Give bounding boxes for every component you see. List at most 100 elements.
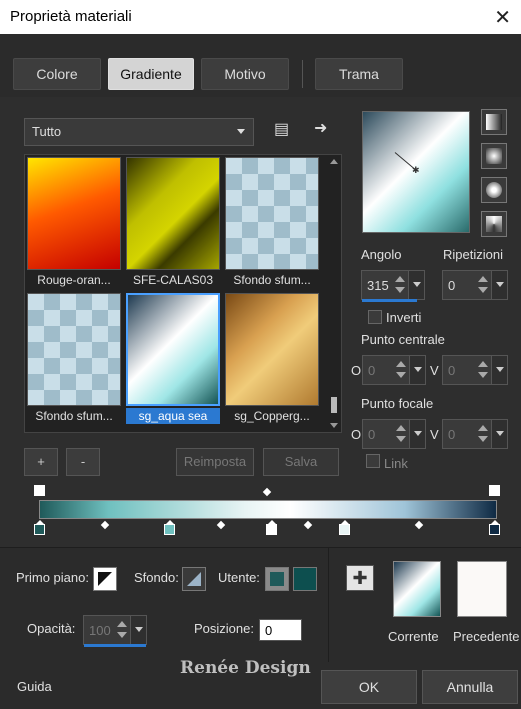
- open-folder-icon[interactable]: ▤: [274, 119, 289, 139]
- add-gradient-button[interactable]: +: [24, 448, 58, 476]
- gradient-swatch: [126, 157, 220, 270]
- color-stop[interactable]: [339, 520, 350, 535]
- ok-button[interactable]: OK: [321, 670, 417, 704]
- color-stop[interactable]: [34, 520, 45, 535]
- save-button[interactable]: Salva: [263, 448, 339, 476]
- foreground-label: Primo piano:: [16, 570, 89, 585]
- center-v-dropdown[interactable]: [491, 356, 507, 384]
- stepper-icon[interactable]: [394, 274, 406, 296]
- focal-v-spinner[interactable]: 0: [442, 419, 508, 449]
- gradient-panel: Tutto ▤ ➜ Rouge-oran... SFE-CALAS03 Sfon…: [0, 97, 521, 547]
- angle-dropdown[interactable]: [408, 271, 424, 299]
- watermark: Renée Design: [180, 658, 311, 678]
- background-swatch[interactable]: [182, 567, 206, 591]
- gradient-swatch: [126, 293, 220, 406]
- focus-underline: [362, 299, 417, 302]
- gallery-item[interactable]: Sfondo sfum...: [225, 157, 319, 287]
- tab-texture[interactable]: Trama: [315, 58, 403, 90]
- stepper-icon[interactable]: [395, 423, 407, 445]
- center-o-spinner[interactable]: 0: [362, 355, 426, 385]
- close-icon[interactable]: ✕: [494, 5, 511, 30]
- radial-style-button[interactable]: [481, 211, 507, 237]
- remove-gradient-button[interactable]: -: [66, 448, 100, 476]
- foreground-swatch[interactable]: [93, 567, 117, 591]
- focal-v-dropdown[interactable]: [491, 420, 507, 448]
- repeats-spinner[interactable]: 0: [442, 270, 508, 300]
- opacity-spinner[interactable]: 100: [83, 615, 147, 647]
- add-stop-button[interactable]: ✚: [346, 565, 374, 591]
- scroll-up-icon[interactable]: [330, 159, 338, 164]
- gallery-item[interactable]: Rouge-oran...: [27, 157, 121, 287]
- category-dropdown[interactable]: Tutto: [24, 118, 254, 146]
- cancel-button[interactable]: Annulla: [422, 670, 518, 704]
- user-color-picker[interactable]: [293, 567, 317, 591]
- title-bar: Proprietà materiali ✕: [0, 0, 521, 34]
- angle-spinner[interactable]: 315: [361, 270, 425, 302]
- link-checkbox[interactable]: [366, 454, 380, 468]
- stepper-icon[interactable]: [116, 619, 128, 641]
- opacity-stop-left[interactable]: [34, 482, 45, 496]
- stepper-icon[interactable]: [477, 423, 489, 445]
- focal-v-label: V: [430, 427, 439, 442]
- scroll-thumb[interactable]: [331, 397, 337, 413]
- center-o-label: O: [351, 363, 362, 378]
- tab-divider: [302, 60, 303, 88]
- rect-style-button[interactable]: [481, 143, 507, 169]
- focal-o-dropdown[interactable]: [409, 420, 425, 448]
- color-stop[interactable]: [266, 520, 277, 535]
- position-input[interactable]: 0: [259, 619, 302, 641]
- repeats-dropdown[interactable]: [491, 271, 507, 299]
- stop-handle-icon: [266, 524, 277, 535]
- gallery-item-selected[interactable]: sg_aqua sea: [126, 293, 220, 424]
- tab-color[interactable]: Colore: [13, 58, 101, 90]
- stepper-icon[interactable]: [395, 359, 407, 381]
- gradient-swatch: [225, 157, 319, 270]
- reset-button[interactable]: Reimposta: [176, 448, 254, 476]
- angle-label: Angolo: [361, 247, 402, 262]
- stop-handle-icon: [489, 485, 500, 496]
- angle-handle-icon[interactable]: ✱: [412, 165, 420, 176]
- help-link[interactable]: Guida: [17, 679, 52, 694]
- current-gradient-swatch[interactable]: [393, 561, 441, 617]
- stop-handle-icon: [34, 485, 45, 496]
- center-v-spinner[interactable]: 0: [442, 355, 508, 385]
- focal-o-spinner[interactable]: 0: [362, 419, 426, 449]
- arrow-right-icon[interactable]: ➜: [314, 118, 327, 138]
- stepper-icon[interactable]: [477, 274, 489, 296]
- gradient-preview[interactable]: ✱: [362, 111, 470, 233]
- stepper-icon[interactable]: [477, 359, 489, 381]
- chevron-down-icon: [496, 282, 504, 287]
- gallery-item[interactable]: sg_Copperg...: [225, 293, 319, 423]
- tab-pattern[interactable]: Motivo: [201, 58, 289, 90]
- center-o-dropdown[interactable]: [409, 356, 425, 384]
- tab-gradient[interactable]: Gradiente: [108, 58, 194, 90]
- previous-gradient-swatch[interactable]: [457, 561, 507, 617]
- chevron-down-icon: [414, 431, 422, 436]
- gallery-scrollbar[interactable]: [329, 157, 339, 430]
- color-stop[interactable]: [164, 520, 175, 535]
- gallery-item-label: sg_Copperg...: [234, 409, 310, 423]
- sunburst-gradient-icon: [486, 182, 502, 198]
- scroll-down-icon[interactable]: [330, 423, 338, 428]
- gallery-item-label: sg_aqua sea: [126, 408, 220, 424]
- gallery-item[interactable]: Sfondo sfum...: [27, 293, 121, 423]
- position-label: Posizione:: [194, 621, 254, 636]
- linear-style-button[interactable]: [481, 109, 507, 135]
- opacity-dropdown[interactable]: [130, 616, 146, 644]
- focal-o-value: 0: [368, 427, 376, 442]
- invert-checkbox[interactable]: [368, 310, 382, 324]
- linear-gradient-icon: [486, 114, 502, 130]
- color-stop[interactable]: [489, 520, 500, 535]
- position-value: 0: [265, 623, 273, 638]
- gallery-item-label: Sfondo sfum...: [35, 409, 113, 423]
- user-color-swatch[interactable]: [265, 567, 289, 591]
- focus-underline: [84, 644, 146, 647]
- background-label: Sfondo:: [134, 570, 179, 585]
- chevron-down-icon: [496, 367, 504, 372]
- gallery-item[interactable]: SFE-CALAS03: [126, 157, 220, 287]
- sunburst-style-button[interactable]: [481, 177, 507, 203]
- gradient-bar[interactable]: [39, 500, 497, 519]
- link-label: Link: [384, 456, 408, 471]
- opacity-stop-right[interactable]: [489, 482, 500, 496]
- center-o-value: 0: [368, 363, 376, 378]
